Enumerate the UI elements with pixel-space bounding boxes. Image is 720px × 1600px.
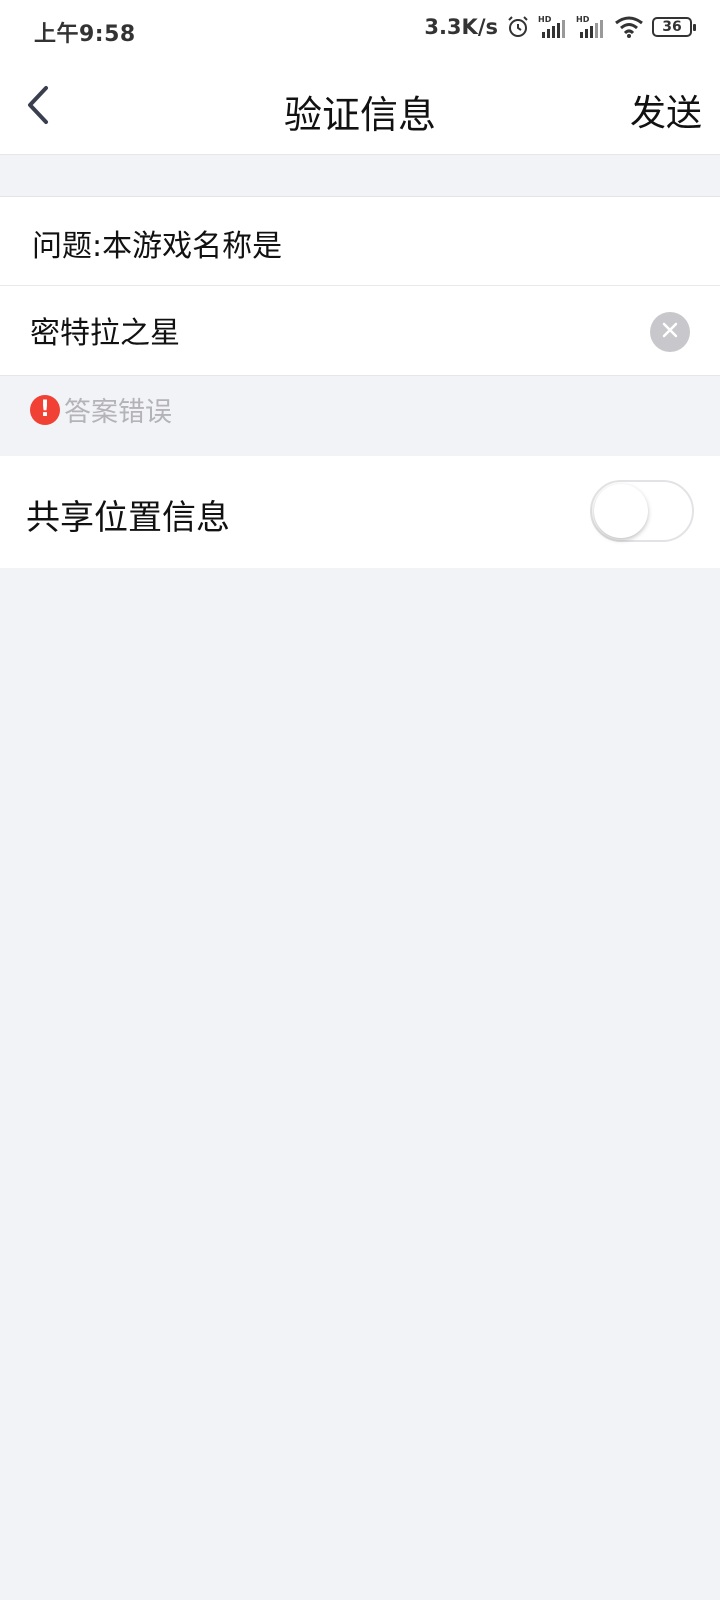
send-button[interactable]: 发送 xyxy=(630,84,702,136)
alarm-icon xyxy=(506,15,530,39)
error-message: 答案错误 xyxy=(64,397,172,428)
answer-row xyxy=(0,286,720,376)
share-location-row: 共享位置信息 xyxy=(0,456,720,568)
share-location-toggle[interactable] xyxy=(590,480,694,542)
answer-input[interactable] xyxy=(30,304,630,356)
clear-icon xyxy=(660,320,680,344)
status-icons: 3.3K/s HD HD 36 xyxy=(424,14,696,40)
question-row: 问题:本游戏名称是 xyxy=(0,196,720,286)
wifi-icon xyxy=(614,15,644,39)
error-message-row: ! 答案错误 xyxy=(30,390,172,429)
clear-button[interactable] xyxy=(650,312,690,352)
network-speed: 3.3K/s xyxy=(424,15,498,39)
page-title: 验证信息 xyxy=(283,93,436,137)
status-time: 上午9:58 xyxy=(34,22,136,47)
share-location-label: 共享位置信息 xyxy=(26,498,230,538)
toggle-knob xyxy=(594,484,648,538)
signal-hd-icon: HD xyxy=(576,14,606,40)
battery-icon: 36 xyxy=(652,17,696,37)
signal-hd-icon: HD xyxy=(538,14,568,40)
svg-text:HD: HD xyxy=(538,15,552,24)
status-bar: 上午9:58 3.3K/s HD HD 36 xyxy=(0,0,720,60)
error-icon: ! xyxy=(30,394,60,425)
svg-text:HD: HD xyxy=(576,15,590,24)
question-text: 问题:本游戏名称是 xyxy=(32,229,283,264)
nav-bar: 验证信息 发送 xyxy=(0,60,720,155)
